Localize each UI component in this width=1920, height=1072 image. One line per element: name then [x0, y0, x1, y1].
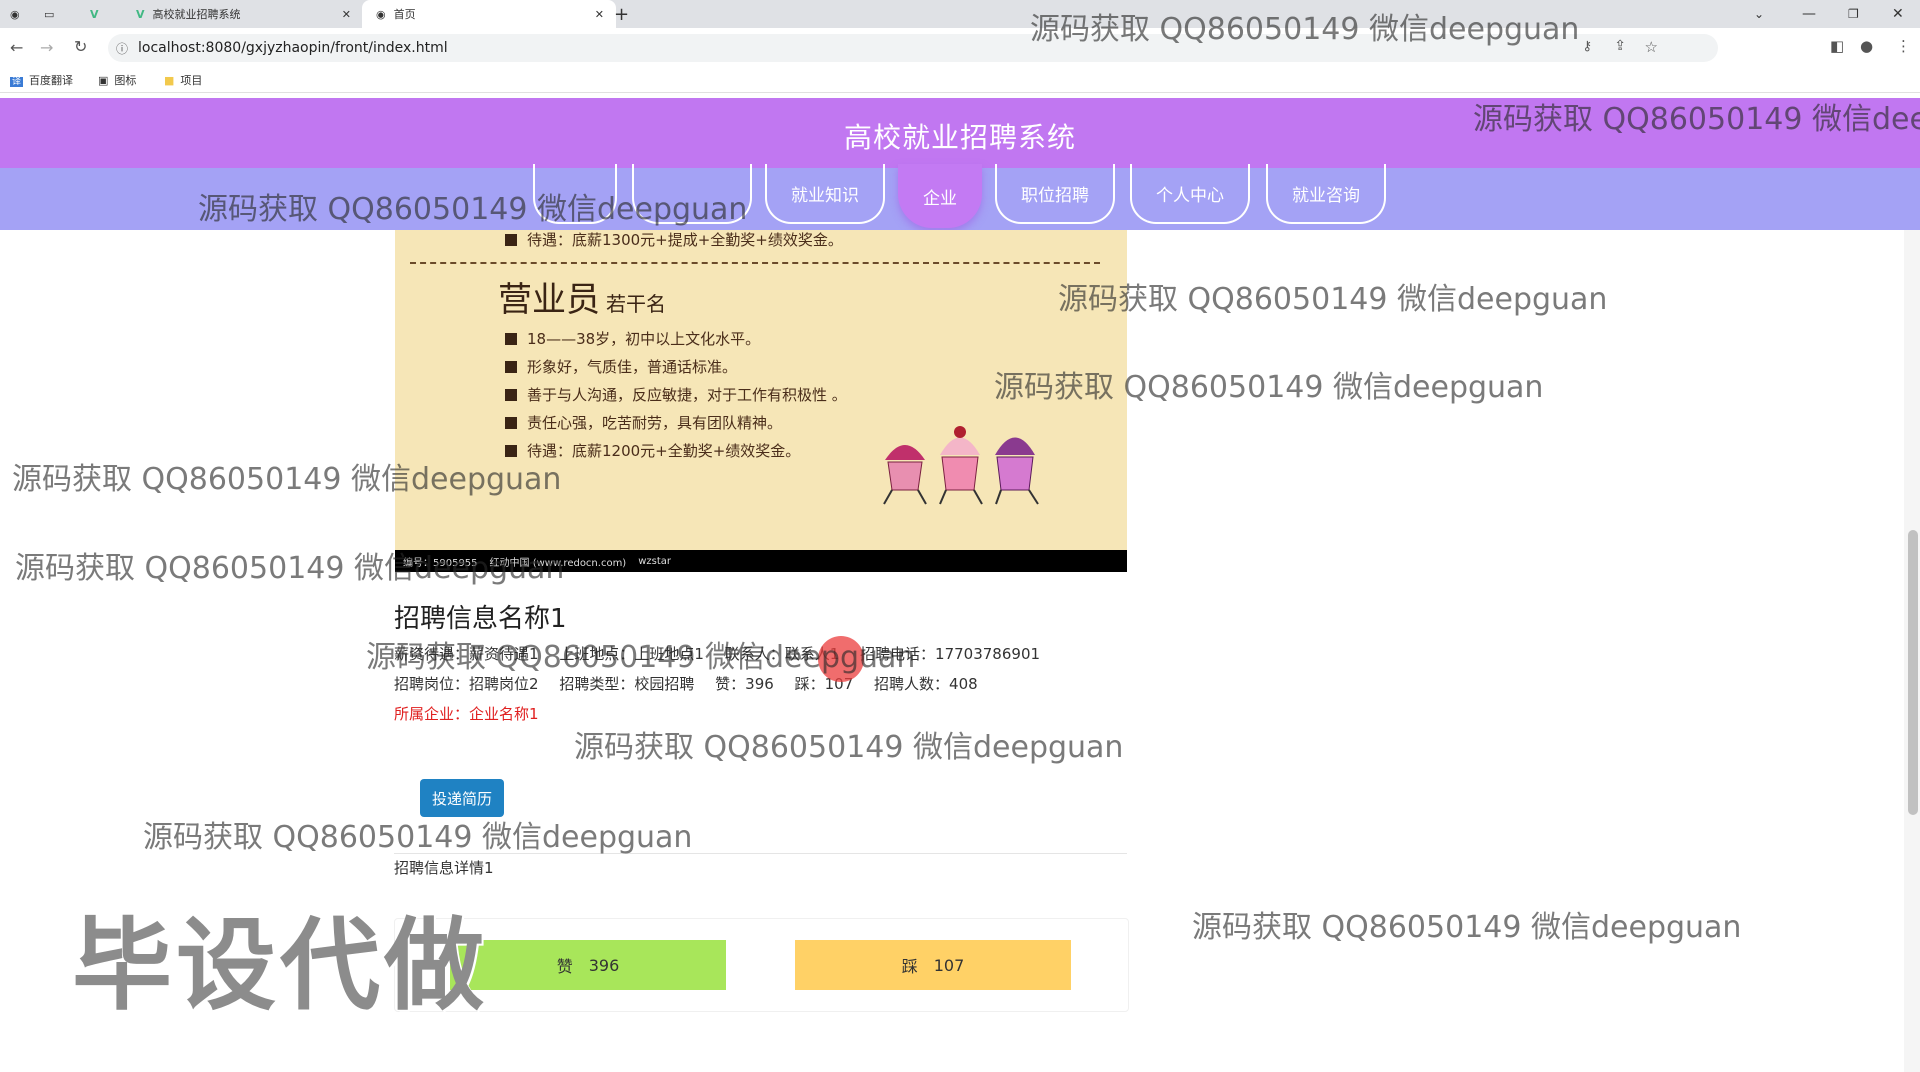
globe-icon: ◉ — [10, 7, 20, 21]
watermark: 源码获取 QQ86050149 微信deepguan — [143, 820, 693, 855]
close-icon[interactable]: ✕ — [342, 8, 351, 21]
page-icon: ▭ — [44, 7, 55, 21]
nav-item-knowledge[interactable]: 就业知识 — [765, 164, 885, 224]
tab-title: 高校就业招聘系统 — [152, 8, 241, 21]
vue-logo-icon: V — [136, 7, 145, 21]
bookmark-icons[interactable]: ▣ 图标 — [98, 72, 136, 88]
share-icon[interactable]: ⇪ — [1614, 38, 1626, 54]
watermark: 源码获取 QQ86050149 微信deepguan — [366, 640, 916, 675]
poster-job-title: 营业员 若干名 — [498, 280, 666, 320]
scrollbar-thumb[interactable] — [1908, 530, 1918, 815]
nav-item-consult[interactable]: 就业咨询 — [1266, 164, 1386, 224]
tab-system[interactable]: V 高校就业招聘系统 ✕ — [130, 0, 361, 28]
watermark: 源码获取 QQ86050149 微信deepguan — [1030, 12, 1580, 47]
image-icon: ▣ — [98, 74, 109, 87]
poster-divider — [410, 262, 1100, 264]
company-link[interactable]: 企业名称1 — [469, 705, 539, 723]
job-name: 招聘信息名称1 — [394, 604, 567, 634]
poster-requirement: 责任心强，吃苦耐劳，具有团队精神。 — [505, 412, 782, 433]
bookmark-translate[interactable]: 译百度翻译 — [10, 72, 73, 88]
new-tab-button[interactable]: + — [614, 0, 638, 28]
watermark: 源码获取 QQ86050149 微信deepguan — [12, 462, 562, 497]
watermark: 源码获取 QQ86050149 微信deep — [1473, 102, 1920, 137]
like-button[interactable]: 赞 396 — [450, 940, 726, 990]
translate-icon: 译 — [10, 77, 24, 87]
info-icon: ⓘ — [116, 42, 129, 56]
dislike-button[interactable]: 踩 107 — [795, 940, 1071, 990]
vue-logo-icon: V — [90, 7, 99, 21]
nav-item-jobs[interactable]: 职位招聘 — [995, 164, 1115, 224]
watermark-big: 毕设代做 — [72, 907, 488, 1024]
nav-item-personal[interactable]: 个人中心 — [1130, 164, 1250, 224]
watermark: 源码获取 QQ86050149 微信deepguan — [1192, 910, 1742, 945]
poster-requirement: 形象好，气质佳，普通话标准。 — [505, 356, 737, 377]
cupcakes-illustration — [883, 426, 1039, 505]
profile-icon[interactable]: ● — [1860, 37, 1873, 55]
back-arrow-icon[interactable]: ← — [10, 38, 23, 57]
tab-pinned-3[interactable]: V — [90, 0, 120, 28]
minimize-icon[interactable]: — — [1802, 0, 1816, 28]
window-close-icon[interactable]: ✕ — [1892, 0, 1904, 28]
globe-icon: ◉ — [376, 7, 386, 21]
tab-list-icon[interactable]: ⌄ — [1754, 0, 1764, 28]
tab-home[interactable]: ◉ 首页 ✕ — [362, 0, 616, 28]
tab-pinned-1[interactable]: ◉ — [10, 0, 40, 28]
watermark: 源码获取 QQ86050149 微信deepguan — [198, 192, 748, 227]
bookmarks-bar: 译百度翻译 ▣ 图标 ■ 项目 — [0, 68, 1920, 93]
close-icon[interactable]: ✕ — [595, 8, 604, 21]
tab-pinned-2[interactable]: ▭ — [44, 0, 74, 28]
bookmark-project[interactable]: ■ 项目 — [164, 72, 202, 88]
side-panel-icon[interactable]: ◧ — [1830, 37, 1844, 55]
watermark: 源码获取 QQ86050149 微信deepguan — [1058, 282, 1608, 317]
key-icon[interactable]: ⚷ — [1582, 39, 1592, 54]
url-text: localhost:8080/gxjyzhaopin/front/index.h… — [138, 40, 448, 56]
poster-line: 待遇：底薪1300元+提成+全勤奖+绩效奖金。 — [505, 229, 843, 250]
browser-tab-bar: ◉ ▭ V V 高校就业招聘系统 ✕ ◉ 首页 ✕ + ⌄ — ❐ ✕ — [0, 0, 1920, 28]
poster-requirement: 18——38岁，初中以上文化水平。 — [505, 328, 760, 349]
job-info-row-2: 招聘岗位：招聘岗位2 招聘类型：校园招聘 赞：396 踩：107 招聘人数：40… — [394, 675, 978, 693]
nav-item-enterprise[interactable]: 企业 — [898, 164, 982, 228]
folder-icon: ■ — [164, 74, 175, 87]
tab-title: 首页 — [393, 8, 416, 21]
poster-requirement: 善于与人沟通，反应敏捷，对于工作有积极性 。 — [505, 384, 847, 405]
restore-icon[interactable]: ❐ — [1848, 0, 1859, 28]
reload-icon[interactable]: ↻ — [74, 37, 87, 56]
watermark: 源码获取 QQ86050149 微信deepguan — [574, 730, 1124, 765]
job-company: 所属企业：企业名称1 — [394, 705, 539, 723]
watermark: 源码获取 QQ86050149 微信deepguan — [994, 370, 1544, 405]
watermark: 源码获取 QQ86050149 微信deepguan — [15, 551, 565, 586]
forward-arrow-icon[interactable]: → — [40, 38, 53, 57]
star-icon[interactable]: ☆ — [1645, 38, 1658, 56]
menu-icon[interactable]: ⋮ — [1896, 37, 1911, 55]
job-detail-text: 招聘信息详情1 — [394, 859, 494, 877]
